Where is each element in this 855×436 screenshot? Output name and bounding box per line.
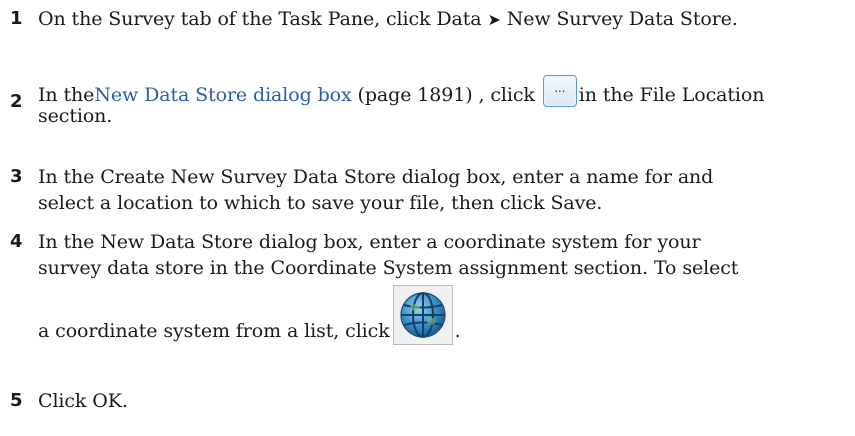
new-data-store-link[interactable]: New Data Store dialog box bbox=[94, 84, 351, 106]
step-1-text-before: On the Survey tab of the Task Pane, clic… bbox=[38, 8, 488, 30]
ellipsis-button-icon: ... bbox=[554, 81, 566, 95]
step-text: In theNew Data Store dialog box (page 18… bbox=[38, 67, 848, 129]
step-text: In the New Data Store dialog box, enter … bbox=[38, 229, 848, 347]
step-4-period: . bbox=[454, 320, 461, 342]
step-3-line1: In the Create New Survey Data Store dial… bbox=[38, 166, 714, 188]
step-4-line3: a coordinate system from a list, click bbox=[38, 320, 390, 342]
step-text: Click OK. bbox=[38, 390, 128, 412]
step-3-line2: select a location to which to save your … bbox=[38, 192, 603, 214]
step-number: 5 bbox=[10, 390, 23, 411]
step-2-page-ref: (page 1891) , click bbox=[351, 84, 535, 106]
step-text: On the Survey tab of the Task Pane, clic… bbox=[38, 6, 848, 33]
step-4-line1: In the New Data Store dialog box, enter … bbox=[38, 231, 701, 253]
globe-icon bbox=[400, 292, 446, 338]
step-4-line2: survey data store in the Coordinate Syst… bbox=[38, 257, 739, 279]
step-number: 3 bbox=[10, 166, 23, 187]
step-text: In the Create New Survey Data Store dial… bbox=[38, 164, 848, 216]
step-number: 4 bbox=[10, 231, 23, 252]
step-1-text-after: New Survey Data Store. bbox=[500, 8, 738, 30]
menu-arrow-icon: ➤ bbox=[487, 10, 501, 29]
step-number: 1 bbox=[10, 8, 23, 29]
coordinate-system-button[interactable] bbox=[392, 285, 453, 345]
browse-button[interactable]: ... bbox=[542, 75, 577, 107]
step-2-suffix-line1: in the File Location bbox=[578, 84, 765, 106]
step-number: 2 bbox=[10, 91, 23, 112]
